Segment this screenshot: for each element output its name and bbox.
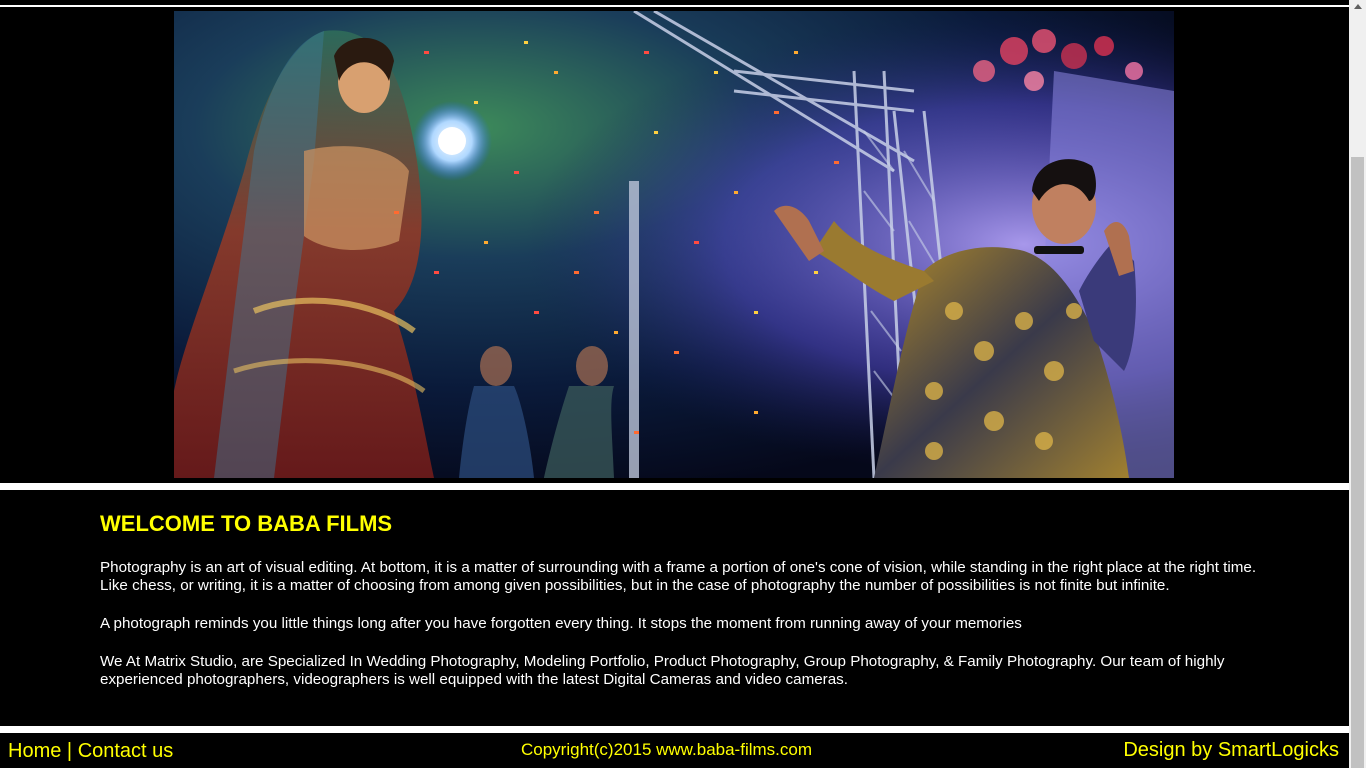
welcome-section: WELCOME TO BABA FILMS Photography is an … xyxy=(100,510,1260,689)
middle-divider xyxy=(0,483,1349,490)
home-link[interactable]: Home xyxy=(8,740,61,762)
scrollbar-thumb[interactable] xyxy=(1351,157,1364,768)
top-divider xyxy=(0,5,1349,7)
design-credit: Design by SmartLogicks xyxy=(1123,739,1339,761)
hero-photo xyxy=(174,11,1174,478)
quote-paragraph: A photograph reminds you little things l… xyxy=(100,615,1022,632)
footer-nav-separator: | xyxy=(66,740,73,762)
copyright-text: Copyright(c)2015 www.baba-films.com xyxy=(521,740,812,759)
intro-paragraph: Photography is an art of visual editing.… xyxy=(100,559,1257,594)
welcome-title: WELCOME TO BABA FILMS xyxy=(100,511,393,536)
footer: Home | Contact us Copyright(c)2015 www.b… xyxy=(0,734,1349,768)
footer-nav: Home | Contact us xyxy=(8,739,173,763)
scroll-up-arrow-icon[interactable] xyxy=(1354,4,1362,9)
hero-banner-image xyxy=(174,11,1174,478)
footer-divider xyxy=(0,726,1349,733)
services-paragraph: We At Matrix Studio, are Specialized In … xyxy=(100,653,1225,688)
contact-us-link[interactable]: Contact us xyxy=(78,740,174,762)
page: WELCOME TO BABA FILMS Photography is an … xyxy=(0,0,1349,768)
